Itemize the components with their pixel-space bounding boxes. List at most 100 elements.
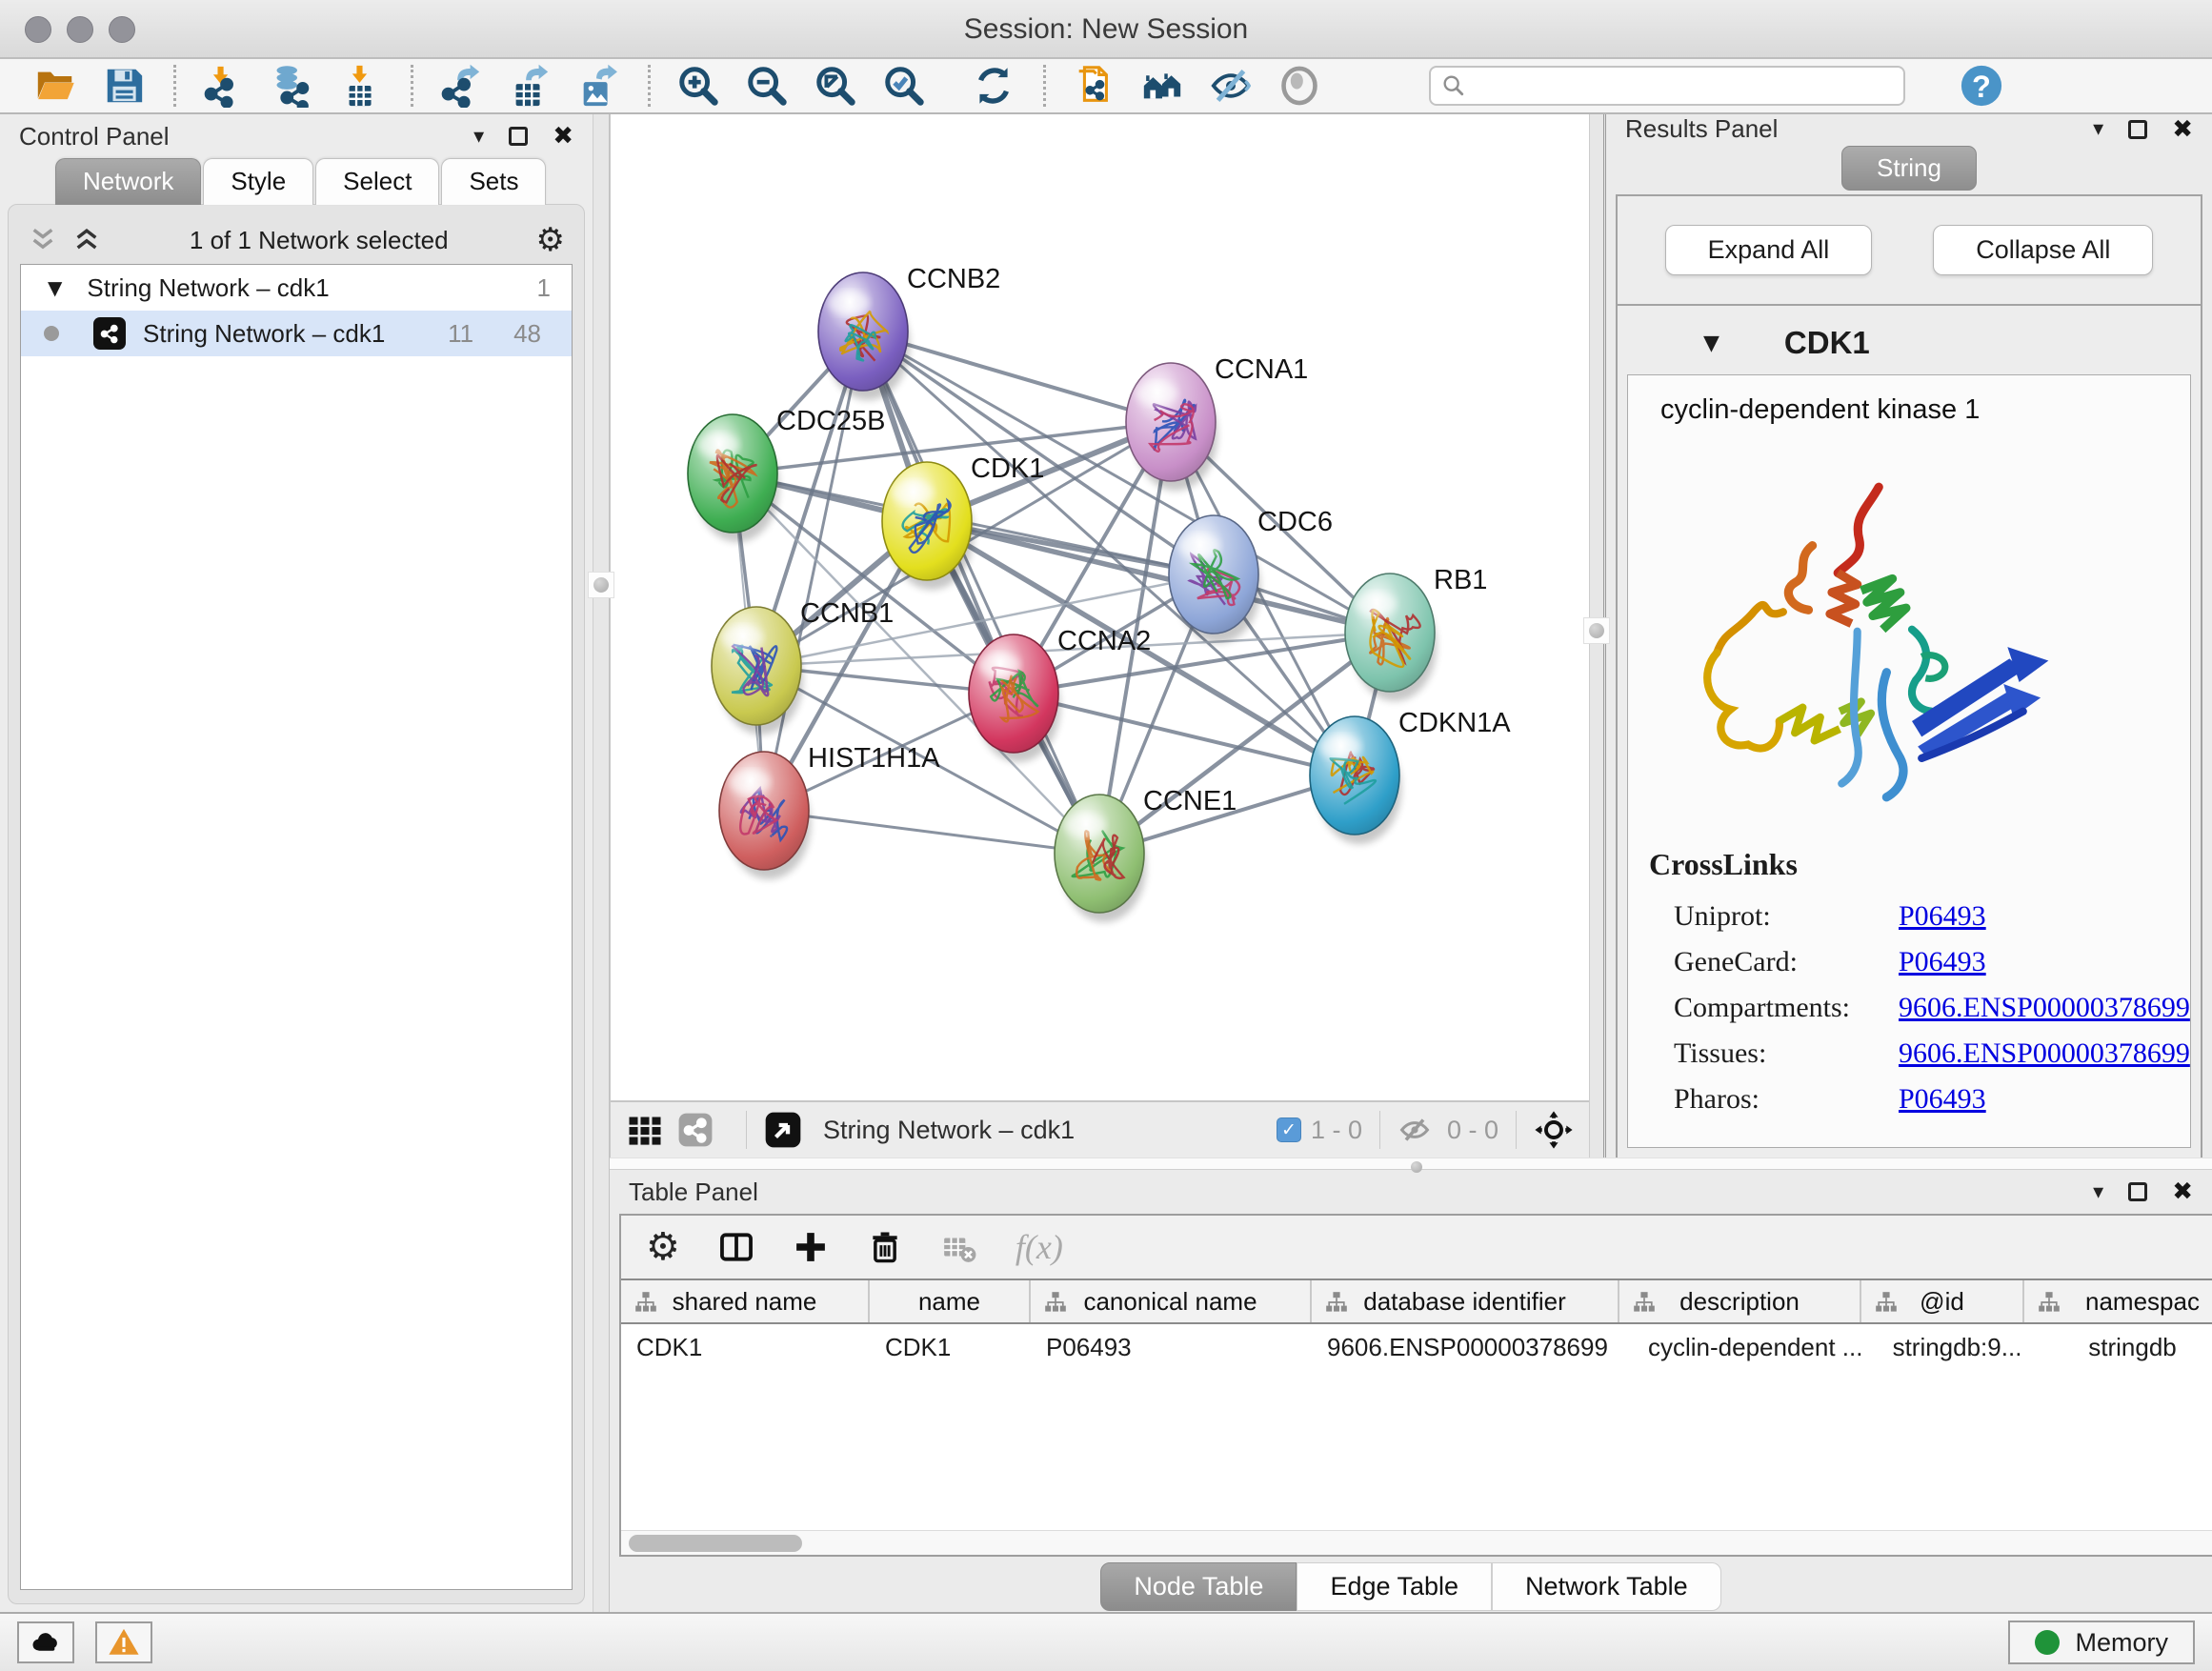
crosslink-genecard-link[interactable]: P06493 [1899,939,1986,985]
search-input[interactable] [1467,69,1903,103]
entry-collapse-icon[interactable]: ▼ [1703,332,1719,355]
table-options-gear-icon[interactable]: ⚙ [646,1225,680,1269]
float-panel-icon[interactable] [2128,1182,2147,1201]
table-panel-splitter[interactable] [610,1158,2212,1170]
delete-column-icon[interactable] [867,1229,903,1265]
node-selection-checkbox[interactable]: ✓ [1277,1117,1301,1142]
import-string-button[interactable] [1071,63,1116,109]
import-table-button[interactable] [338,63,384,109]
close-panel-icon[interactable]: ✖ [2172,115,2193,144]
network-node-hist1h1a[interactable]: HIST1H1A [719,743,940,879]
control-panel-splitter[interactable] [593,114,610,1612]
zoom-selected-button[interactable] [881,63,927,109]
network-options-gear-icon[interactable]: ⚙ [536,221,565,259]
column-header-id[interactable]: @id [1861,1280,2024,1322]
network-node-cdc25b[interactable]: CDC25B [688,406,885,542]
network-node-ccne1[interactable]: CCNE1 [1055,786,1237,922]
table-horizontal-scrollbar[interactable] [621,1530,2212,1555]
collapse-all-button[interactable]: Collapse All [1933,225,2153,275]
search-field[interactable] [1429,66,1905,106]
cell-shared-name[interactable]: CDK1 [621,1333,870,1362]
network-node-ccna1[interactable]: CCNA1 [1126,354,1308,491]
tab-sets[interactable]: Sets [441,158,546,205]
close-panel-icon[interactable]: ✖ [553,122,573,151]
network-node-rb1[interactable]: RB1 [1345,565,1487,701]
show-columns-icon[interactable] [718,1229,754,1265]
tab-style[interactable]: Style [203,158,313,205]
network-canvas[interactable]: CCNB2 CCNA1 CDC25BCDK1 CDC6RB1 CCNB1 CCNA2 CDK… [611,114,1589,1100]
splitter-grip[interactable] [1411,1161,1422,1173]
collection-expand-icon[interactable]: ▼ [48,276,62,299]
results-panel-splitter[interactable] [1589,114,1606,1158]
import-network-from-database-button[interactable] [270,63,315,109]
string-home-button[interactable] [1139,63,1185,109]
tab-network[interactable]: Network [55,158,201,205]
network-row-selected[interactable]: String Network – cdk1 11 48 [21,311,572,356]
grid-view-icon[interactable] [628,1113,662,1147]
float-panel-icon[interactable] [509,127,528,146]
show-glass-button[interactable] [1277,63,1322,109]
column-header-namespace[interactable]: namespac [2024,1280,2212,1322]
help-button[interactable]: ? [1959,63,2004,109]
column-header-database-identifier[interactable]: database identifier [1312,1280,1619,1322]
zoom-out-button[interactable] [744,63,790,109]
tab-node-table[interactable]: Node Table [1100,1562,1297,1611]
hide-glass-button[interactable] [1208,63,1254,109]
table-row[interactable]: CDK1 CDK1 P06493 9606.ENSP00000378699 cy… [621,1324,2212,1370]
expand-all-icon[interactable] [71,225,102,255]
crosslink-tissues-link[interactable]: 9606.ENSP00000378699 [1899,1031,2190,1077]
string-view-icon[interactable] [677,1112,714,1148]
panel-menu-icon[interactable]: ▾ [2093,1180,2103,1204]
network-node-cdk1[interactable]: CDK1 [882,453,1044,590]
export-network-button[interactable] [438,63,484,109]
network-node-cdc6[interactable]: CDC6 [1169,507,1333,643]
refresh-layout-button[interactable] [971,63,1016,109]
expand-all-button[interactable]: Expand All [1665,225,1873,275]
network-node-ccna2[interactable]: CCNA2 [969,626,1151,762]
collapse-all-icon[interactable] [28,225,58,255]
cloud-status-button[interactable] [17,1621,74,1663]
cell-canonical-name[interactable]: P06493 [1031,1333,1312,1362]
panel-menu-icon[interactable]: ▾ [2093,117,2103,141]
crosslink-compartments-link[interactable]: 9606.ENSP00000378699 [1899,985,2190,1031]
panel-menu-icon[interactable]: ▾ [473,125,484,149]
float-panel-icon[interactable] [2128,120,2147,139]
column-header-shared-name[interactable]: shared name [621,1280,870,1322]
tab-edge-table[interactable]: Edge Table [1297,1562,1492,1611]
save-session-button[interactable] [101,63,147,109]
export-image-button[interactable] [575,63,621,109]
open-session-button[interactable] [32,63,78,109]
hidden-eye-icon[interactable] [1398,1113,1432,1147]
tab-network-table[interactable]: Network Table [1492,1562,1721,1611]
network-node-ccnb1[interactable]: CCNB1 [712,598,894,735]
cell-name[interactable]: CDK1 [870,1333,1031,1362]
scrollbar-thumb[interactable] [629,1535,802,1552]
network-node-ccnb2[interactable]: CCNB2 [818,264,1000,400]
pan-crosshair-icon[interactable] [1534,1110,1574,1150]
birds-eye-view-icon[interactable] [764,1111,802,1149]
function-builder-button[interactable]: f(x) [1016,1227,1063,1267]
create-column-icon[interactable] [793,1229,829,1265]
cell-description[interactable]: cyclin-dependent ... [1619,1333,1861,1362]
crosslink-uniprot-link[interactable]: P06493 [1899,894,1986,939]
crosslink-pharos-link[interactable]: P06493 [1899,1077,1986,1122]
cell-id[interactable]: stringdb:9... [1861,1333,2024,1362]
import-network-button[interactable] [201,63,247,109]
splitter-grip[interactable] [1583,617,1610,644]
delete-table-icon[interactable] [941,1229,977,1265]
export-table-button[interactable] [507,63,553,109]
warnings-button[interactable] [95,1621,152,1663]
close-panel-icon[interactable]: ✖ [2172,1178,2193,1206]
tab-string-results[interactable]: String [1841,146,1977,191]
memory-button[interactable]: Memory [2008,1621,2195,1664]
tab-select[interactable]: Select [315,158,439,205]
cell-namespace[interactable]: stringdb [2024,1333,2212,1362]
column-header-name[interactable]: name [870,1280,1031,1322]
column-header-description[interactable]: description [1619,1280,1861,1322]
network-node-cdkn1a[interactable]: CDKN1A [1310,708,1511,844]
network-collection-row[interactable]: ▼ String Network – cdk1 1 [21,265,572,311]
column-header-canonical-name[interactable]: canonical name [1031,1280,1312,1322]
zoom-fit-button[interactable] [813,63,858,109]
cell-database-identifier[interactable]: 9606.ENSP00000378699 [1312,1333,1619,1362]
zoom-in-button[interactable] [675,63,721,109]
